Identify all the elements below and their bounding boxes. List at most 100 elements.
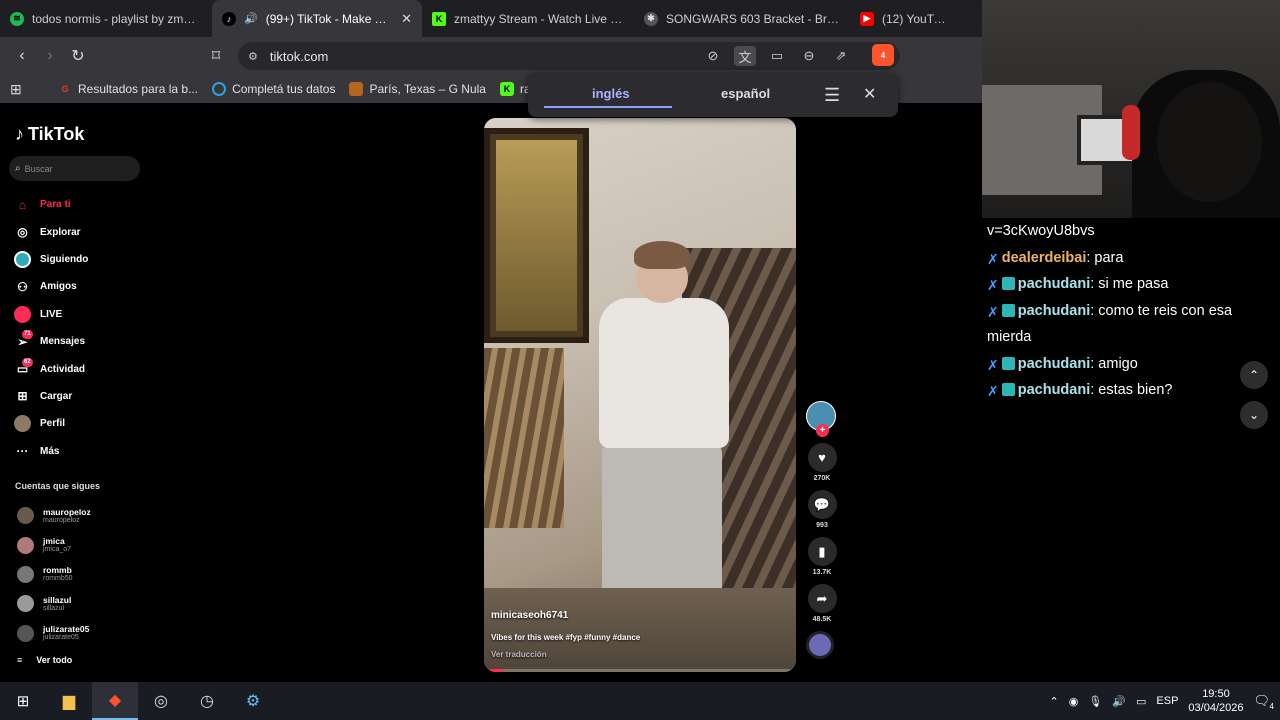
close-tab-icon[interactable]: ✕ [401, 11, 412, 27]
nav-item-live[interactable]: LIVE [14, 301, 144, 328]
chat-message: ✗ pachudani: amigo [987, 351, 1275, 378]
tiktok-logo[interactable]: ♪ TikTok [15, 124, 84, 145]
badge-icon: ✗ [987, 277, 999, 293]
nav-item-mas[interactable]: ··· Más [14, 438, 144, 465]
nav-item-amigos[interactable]: ⚇ Amigos [14, 273, 144, 300]
obs-taskbar-button[interactable]: ◎ [138, 682, 184, 720]
translate-icon[interactable]: 文 [734, 46, 756, 66]
language-indicator[interactable]: ESP [1156, 695, 1178, 707]
mute-icon[interactable]: ⊘ [702, 46, 724, 66]
brave-shields-icon[interactable]: 4 [872, 44, 894, 66]
network-icon[interactable]: ▭ [1136, 695, 1146, 708]
site-settings-icon[interactable]: ⚙ [248, 50, 258, 63]
nav-item-explorar[interactable]: ◎ Explorar [14, 218, 144, 245]
start-button[interactable]: ⊞ [0, 682, 46, 720]
time-text: 19:50 [1202, 688, 1230, 700]
comment-action[interactable]: 💬 993 [806, 490, 838, 529]
share-action[interactable]: ➦ 48.5K [806, 584, 838, 623]
scroll-down-button[interactable]: ⌄ [1240, 401, 1268, 429]
clock[interactable]: 19:50 03/04/2026 [1188, 687, 1243, 715]
forward-button[interactable]: › [36, 42, 64, 70]
heart-icon[interactable]: ♥ [807, 443, 837, 472]
target-language-tab[interactable]: español [721, 86, 770, 101]
share-icon[interactable]: ⇗ [830, 46, 852, 66]
source-language-tab[interactable]: inglés [592, 86, 630, 101]
volume-icon[interactable]: 🔊 [1112, 695, 1126, 708]
apps-icon[interactable]: ⊞ [10, 81, 28, 98]
share-arrow-icon[interactable]: ➦ [807, 584, 837, 613]
notification-icon[interactable]: 🗨 4 [1253, 693, 1274, 711]
chat-username[interactable]: pachudani [1018, 303, 1091, 319]
badge-icon: ✗ [987, 303, 999, 320]
webcam-overlay [982, 0, 1280, 218]
nav-item-actividad[interactable]: ▭ 62 Actividad [14, 355, 144, 382]
nav-label: Más [40, 445, 60, 457]
following-account[interactable]: jmica jmica_o7 [17, 530, 91, 559]
bookmark-item[interactable]: París, Texas – G Nula [349, 82, 486, 96]
chat-username[interactable]: pachudani [1018, 356, 1091, 372]
nav-item-cargar[interactable]: ⊞ Cargar [14, 383, 144, 410]
discord-icon[interactable]: ◉ [1069, 695, 1079, 708]
nav-label: LIVE [40, 308, 63, 320]
nav-item-para-ti[interactable]: ⌂ Para ti [14, 191, 144, 218]
following-list: mauropeloz mauropeloz jmica jmica_o7 rommb… [17, 501, 91, 648]
obs-icon: ◎ [154, 693, 168, 710]
video-progress-bar[interactable] [484, 669, 796, 672]
bookmark-item[interactable]: G Resultados para la b... [58, 82, 198, 96]
following-section-title: Cuentas que sigues [15, 481, 101, 491]
menu-icon[interactable]: ☰ [824, 85, 840, 106]
profile-icon [14, 415, 31, 433]
scroll-up-button[interactable]: ⌃ [1240, 361, 1268, 389]
nav-item-perfil[interactable]: Perfil [14, 410, 144, 437]
brave-taskbar-button[interactable]: ◆ [92, 682, 138, 720]
back-button[interactable]: ‹ [8, 42, 36, 70]
see-translation-link[interactable]: Ver traducción [491, 650, 547, 659]
save-action[interactable]: ▮ 13.7K [806, 537, 838, 576]
following-account[interactable]: mauropeloz mauropeloz [17, 501, 91, 530]
tab-youtube[interactable]: ▶ (12) YouTube [850, 0, 962, 37]
shields-badge: 4 [880, 50, 886, 60]
comment-icon[interactable]: 💬 [807, 490, 837, 519]
tab-tiktok[interactable]: ♪ 🔊 (99+) TikTok - Make Your Day ✕ [212, 0, 422, 37]
cast-icon[interactable]: ▭ [766, 46, 788, 66]
chat-username[interactable]: pachudani [1018, 276, 1091, 292]
tab-spotify[interactable]: ≋ todos normis - playlist by zmatyy [0, 0, 212, 37]
video-author[interactable]: minicaseoh6741 [491, 610, 568, 621]
nav-item-mensajes[interactable]: ➢ 71 Mensajes [14, 328, 144, 355]
following-account[interactable]: sillazul sillazul [17, 589, 91, 618]
following-account[interactable]: julizarate05 julizarate05 [17, 619, 91, 648]
creator-avatar[interactable]: + [806, 401, 836, 437]
close-icon[interactable]: ✕ [863, 84, 876, 104]
speaker-icon[interactable]: 🔊 [244, 12, 258, 25]
zoom-icon[interactable]: ⊖ [798, 46, 820, 66]
nav-item-siguiendo[interactable]: Siguiendo [14, 246, 144, 273]
see-all-link[interactable]: ≡ Ver todo [17, 655, 72, 665]
brave-icon: ◆ [108, 692, 122, 709]
chat-username[interactable]: dealerdeibai [1002, 250, 1087, 266]
bookmark-item[interactable]: Completá tus datos [212, 82, 335, 96]
following-account[interactable]: rommb rommb50 [17, 560, 91, 589]
file-explorer-button[interactable]: ▆ [46, 682, 92, 720]
like-action[interactable]: ♥ 270K [806, 443, 838, 482]
follow-plus-icon[interactable]: + [816, 424, 829, 437]
tab-bracket[interactable]: ✱ SONGWARS 603 Bracket - Bracket [634, 0, 850, 37]
clock-app-button[interactable]: ◷ [184, 682, 230, 720]
chat-username[interactable]: pachudani [1018, 382, 1091, 398]
music-disc-icon[interactable] [806, 631, 834, 659]
tab-bar: ≋ todos normis - playlist by zmatyy ♪ 🔊 … [0, 0, 982, 37]
video-description: Vibes for this week #fyp #funny #dance [491, 633, 641, 642]
video-player[interactable]: minicaseoh6741 Vibes for this week #fyp … [484, 118, 796, 672]
bookmark-icon[interactable]: ⌑ [202, 42, 230, 70]
microphone-icon[interactable]: 🎙 [1088, 695, 1102, 708]
tab-kick[interactable]: K zmattyy Stream - Watch Live on Kick [422, 0, 634, 37]
url-text: tiktok.com [269, 48, 329, 64]
reload-button[interactable]: ↻ [64, 42, 92, 70]
avatar [17, 507, 34, 525]
home-icon: ⌂ [18, 197, 27, 212]
chevron-up-icon[interactable]: ⌃ [1050, 695, 1059, 708]
browser-window: ≋ todos normis - playlist by zmatyy ♪ 🔊 … [0, 0, 982, 682]
address-bar[interactable]: ⚙ tiktok.com ⊘ 文 ▭ ⊖ ⇗ [238, 42, 900, 70]
steam-taskbar-button[interactable]: ⚙ [230, 682, 276, 720]
bookmark-icon[interactable]: ▮ [807, 537, 837, 566]
search-input[interactable]: ⌕ Buscar [9, 156, 140, 181]
